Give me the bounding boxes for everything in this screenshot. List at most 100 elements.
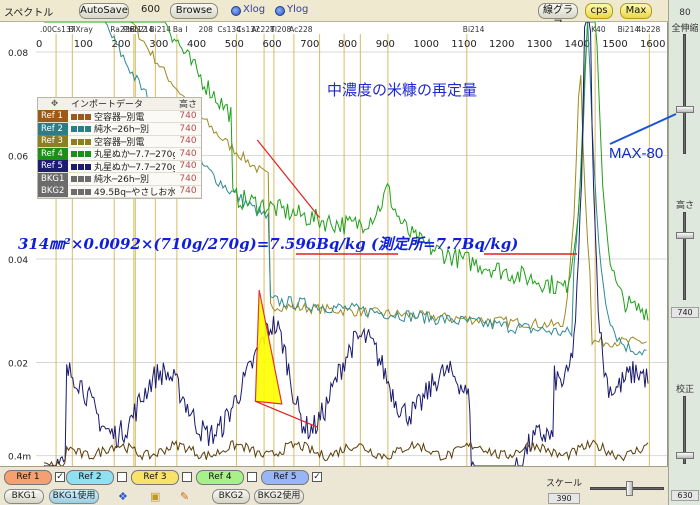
- legend-row[interactable]: Ref 5丸星ぬか─7.7─270g─4h 740: [38, 160, 201, 173]
- legend-tag[interactable]: Ref 3: [38, 135, 68, 148]
- xlog-label[interactable]: Xlog: [243, 4, 265, 15]
- y-tick-label: 0.06: [8, 153, 28, 163]
- ref4-baseline-line: [256, 139, 321, 218]
- zoom-label: 全伸縮: [671, 24, 699, 34]
- x-tick-label: 400: [187, 39, 206, 50]
- x-tick-label: 700: [300, 39, 319, 50]
- legend-tag[interactable]: Ref 2: [38, 122, 68, 135]
- ref-1-button[interactable]: Ref 1: [4, 470, 52, 485]
- ref-5-button[interactable]: Ref 5: [261, 470, 309, 485]
- lock-icon[interactable]: ▣: [150, 490, 160, 503]
- autosave-button[interactable]: AutoSave: [79, 3, 129, 19]
- height-label: 高さ: [675, 201, 694, 211]
- x-tick-label: 800: [338, 39, 357, 50]
- legend-tag[interactable]: Ref 4: [38, 147, 68, 160]
- x-tick-label: 1200: [489, 39, 514, 50]
- legend-row[interactable]: BKG249.5Bq─やさしお水─3 740: [38, 185, 201, 198]
- paw-icon[interactable]: ❖: [118, 490, 128, 503]
- height-slider-thumb[interactable]: [676, 232, 694, 239]
- x-tick-label: 500: [225, 39, 244, 50]
- nuclide-label: 4b228: [636, 25, 660, 34]
- nuclide-label: BiXray: [68, 25, 93, 34]
- move-handle-icon[interactable]: ✥: [38, 98, 68, 110]
- x-tick-label: 600: [263, 39, 282, 50]
- x-tick-label: 1100: [451, 39, 476, 50]
- x-tick-label: 1600: [640, 39, 665, 50]
- legend-height: 740: [179, 173, 197, 184]
- legend-row[interactable]: BKG1 純水─26h─別 740: [38, 172, 201, 186]
- legend-row[interactable]: Ref 3 空容器─別電 740: [38, 135, 201, 148]
- bkg1-use-button[interactable]: BKG1使用: [49, 489, 99, 504]
- bkg2-button[interactable]: BKG2: [212, 489, 250, 504]
- legend-height: 740: [179, 186, 197, 197]
- legend-data: 丸星ぬか─7.7─270g─4h: [68, 147, 175, 160]
- y-tick-label: 0.4m: [8, 453, 31, 463]
- nuclide-label: Tl208: [269, 25, 291, 34]
- nuclide-label: Bi214: [463, 25, 485, 34]
- legend-header-height: 高さ: [178, 100, 197, 111]
- legend-height: 740: [179, 161, 197, 172]
- legend-tag[interactable]: Ref 1: [38, 110, 68, 123]
- height-slider-track[interactable]: [683, 212, 686, 300]
- xlog-radio[interactable]: [231, 6, 241, 16]
- peak-area: [254, 289, 283, 405]
- x-tick-label: 100: [74, 39, 93, 50]
- ref-4-button[interactable]: Ref 4: [196, 470, 244, 485]
- legend-data: 空容器─別電: [68, 110, 175, 123]
- bottom-bar: Ref 1 ✓ Ref 2 Ref 3 Ref 4 Ref 5 ✓ BKG1 BKG1使用 …: [0, 466, 668, 505]
- baseline-line: [255, 400, 318, 428]
- scale-control: スケール 390: [544, 469, 668, 505]
- legend-header: ✥ インポートデータ 高さ: [38, 98, 201, 111]
- legend-row[interactable]: Ref 4丸星ぬか─7.7─270g─4h 740: [38, 147, 201, 161]
- ref-2-button[interactable]: Ref 2: [66, 470, 114, 485]
- ref-2-checkbox[interactable]: [117, 472, 127, 482]
- scale-label: スケール: [546, 479, 583, 489]
- nuclide-label: 208: [199, 25, 214, 34]
- y-tick-label: 0.04: [8, 256, 28, 266]
- scale-slider-thumb[interactable]: [626, 481, 633, 496]
- ref-4-checkbox[interactable]: [247, 472, 257, 482]
- legend-tag[interactable]: Ref 5: [38, 160, 68, 173]
- spectrum-plot[interactable]: 0.08 0.06 0.04 0.02 0.4m .00Cs137 BiXray Ra226 P…: [0, 22, 668, 466]
- legend-tag[interactable]: BKG2: [38, 185, 68, 198]
- y-tick-label: 0.08: [8, 49, 28, 59]
- ref-3-checkbox[interactable]: [182, 472, 192, 482]
- bkg1-button[interactable]: BKG1: [4, 489, 44, 504]
- legend-data: 49.5Bq─やさしお水─3: [68, 185, 175, 198]
- bkg2-use-button[interactable]: BKG2使用: [254, 489, 304, 504]
- ylog-label[interactable]: Ylog: [287, 4, 308, 15]
- nuclide-label: I: [185, 25, 187, 34]
- legend-row[interactable]: Ref 1 空容器─別電 740: [38, 110, 201, 123]
- max-button[interactable]: Max: [620, 3, 652, 19]
- calib-label: 校正: [675, 385, 694, 395]
- bkg1-line: [43, 439, 649, 466]
- legend-data: 丸星ぬか─7.7─270g─4h: [68, 160, 175, 173]
- y-tick-label: 0.02: [8, 360, 28, 370]
- ref-3-button[interactable]: Ref 3: [131, 470, 179, 485]
- x-tick-label: 1300: [527, 39, 552, 50]
- note-title: 中濃度の米糠の再定量: [327, 81, 478, 99]
- calib-slider-thumb[interactable]: [676, 452, 694, 459]
- legend-header-data: インポートデータ: [71, 100, 144, 111]
- legend-height: 740: [179, 136, 197, 147]
- legend-tag[interactable]: BKG1: [38, 172, 68, 185]
- x-tick-label: 200: [112, 39, 131, 50]
- max-pointer: [609, 113, 677, 145]
- x-tick-label: 0: [36, 39, 42, 50]
- time-value: 600: [141, 4, 161, 15]
- top-value: 80: [679, 8, 691, 18]
- legend-data: 純水─26h─別: [68, 172, 175, 185]
- x-tick-label: 1000: [414, 39, 439, 50]
- ref-1-checkbox[interactable]: ✓: [55, 472, 65, 482]
- legend-row[interactable]: Ref 2 純水─26h─別 740: [38, 122, 201, 136]
- ylog-radio[interactable]: [275, 6, 285, 16]
- spectrum-window: スペクトル AutoSave 600 Browse Xlog Ylog 線グラフ…: [0, 0, 700, 505]
- ref-5-checkbox[interactable]: ✓: [312, 472, 322, 482]
- tool-icon[interactable]: ✎: [180, 490, 189, 503]
- browse-button[interactable]: Browse: [170, 3, 218, 19]
- legend-height: 740: [179, 148, 197, 159]
- right-panel: 80 全伸縮 高さ 740 校正 630: [668, 0, 700, 505]
- nuclide-label: Ba: [173, 25, 183, 34]
- cps-button[interactable]: cps: [585, 3, 613, 19]
- line-graph-button[interactable]: 線グラフ: [538, 3, 578, 30]
